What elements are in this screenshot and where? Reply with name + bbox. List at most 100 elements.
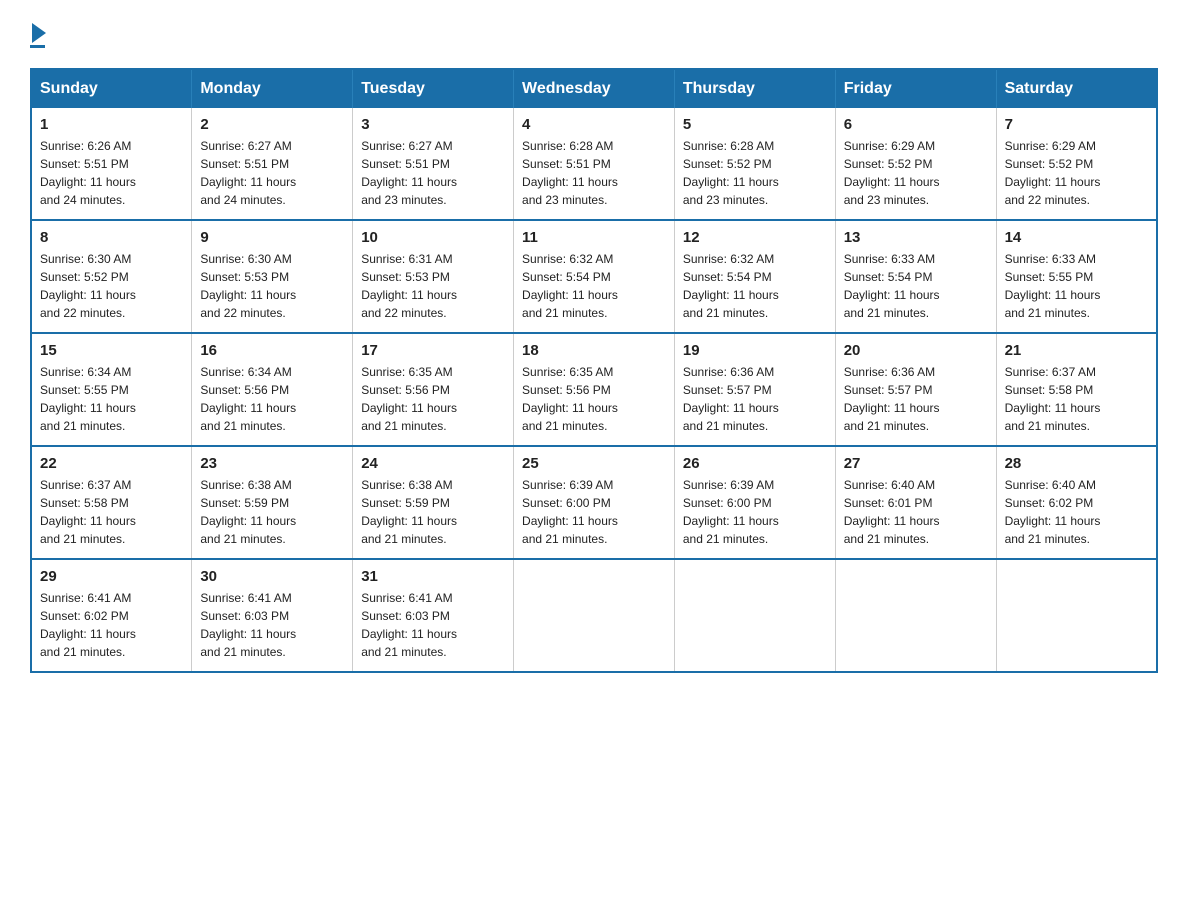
day-number: 20: [844, 342, 988, 359]
day-number: 28: [1005, 455, 1148, 472]
day-info: Sunrise: 6:30 AM Sunset: 5:53 PM Dayligh…: [200, 250, 344, 322]
day-info: Sunrise: 6:32 AM Sunset: 5:54 PM Dayligh…: [522, 250, 666, 322]
calendar-cell: [996, 559, 1157, 672]
calendar-cell: 24 Sunrise: 6:38 AM Sunset: 5:59 PM Dayl…: [353, 446, 514, 559]
day-info: Sunrise: 6:35 AM Sunset: 5:56 PM Dayligh…: [361, 363, 505, 435]
logo-underline: [30, 45, 45, 48]
day-info: Sunrise: 6:26 AM Sunset: 5:51 PM Dayligh…: [40, 137, 183, 209]
day-info: Sunrise: 6:37 AM Sunset: 5:58 PM Dayligh…: [1005, 363, 1148, 435]
calendar-cell: 25 Sunrise: 6:39 AM Sunset: 6:00 PM Dayl…: [514, 446, 675, 559]
day-info: Sunrise: 6:31 AM Sunset: 5:53 PM Dayligh…: [361, 250, 505, 322]
calendar-week-1: 1 Sunrise: 6:26 AM Sunset: 5:51 PM Dayli…: [31, 108, 1157, 220]
calendar-cell: 2 Sunrise: 6:27 AM Sunset: 5:51 PM Dayli…: [192, 108, 353, 220]
day-info: Sunrise: 6:41 AM Sunset: 6:03 PM Dayligh…: [200, 589, 344, 661]
calendar-cell: 12 Sunrise: 6:32 AM Sunset: 5:54 PM Dayl…: [674, 220, 835, 333]
day-number: 29: [40, 568, 183, 585]
calendar-cell: 22 Sunrise: 6:37 AM Sunset: 5:58 PM Dayl…: [31, 446, 192, 559]
calendar-cell: 7 Sunrise: 6:29 AM Sunset: 5:52 PM Dayli…: [996, 108, 1157, 220]
calendar-cell: 31 Sunrise: 6:41 AM Sunset: 6:03 PM Dayl…: [353, 559, 514, 672]
day-number: 16: [200, 342, 344, 359]
day-number: 6: [844, 116, 988, 133]
calendar-cell: [835, 559, 996, 672]
calendar-cell: 21 Sunrise: 6:37 AM Sunset: 5:58 PM Dayl…: [996, 333, 1157, 446]
day-number: 10: [361, 229, 505, 246]
day-number: 2: [200, 116, 344, 133]
day-info: Sunrise: 6:41 AM Sunset: 6:02 PM Dayligh…: [40, 589, 183, 661]
logo: [30, 20, 45, 48]
day-info: Sunrise: 6:34 AM Sunset: 5:56 PM Dayligh…: [200, 363, 344, 435]
day-info: Sunrise: 6:27 AM Sunset: 5:51 PM Dayligh…: [200, 137, 344, 209]
calendar-cell: 14 Sunrise: 6:33 AM Sunset: 5:55 PM Dayl…: [996, 220, 1157, 333]
calendar-cell: 9 Sunrise: 6:30 AM Sunset: 5:53 PM Dayli…: [192, 220, 353, 333]
calendar-cell: 19 Sunrise: 6:36 AM Sunset: 5:57 PM Dayl…: [674, 333, 835, 446]
day-info: Sunrise: 6:32 AM Sunset: 5:54 PM Dayligh…: [683, 250, 827, 322]
calendar-cell: [514, 559, 675, 672]
day-info: Sunrise: 6:36 AM Sunset: 5:57 PM Dayligh…: [683, 363, 827, 435]
day-info: Sunrise: 6:28 AM Sunset: 5:51 PM Dayligh…: [522, 137, 666, 209]
calendar-cell: 28 Sunrise: 6:40 AM Sunset: 6:02 PM Dayl…: [996, 446, 1157, 559]
calendar-cell: [674, 559, 835, 672]
calendar-cell: 23 Sunrise: 6:38 AM Sunset: 5:59 PM Dayl…: [192, 446, 353, 559]
day-header-tuesday: Tuesday: [353, 69, 514, 108]
day-info: Sunrise: 6:35 AM Sunset: 5:56 PM Dayligh…: [522, 363, 666, 435]
calendar-cell: 26 Sunrise: 6:39 AM Sunset: 6:00 PM Dayl…: [674, 446, 835, 559]
day-number: 13: [844, 229, 988, 246]
day-header-thursday: Thursday: [674, 69, 835, 108]
day-number: 18: [522, 342, 666, 359]
day-info: Sunrise: 6:28 AM Sunset: 5:52 PM Dayligh…: [683, 137, 827, 209]
day-number: 14: [1005, 229, 1148, 246]
day-info: Sunrise: 6:29 AM Sunset: 5:52 PM Dayligh…: [844, 137, 988, 209]
day-header-monday: Monday: [192, 69, 353, 108]
calendar-cell: 10 Sunrise: 6:31 AM Sunset: 5:53 PM Dayl…: [353, 220, 514, 333]
day-header-friday: Friday: [835, 69, 996, 108]
calendar-cell: 8 Sunrise: 6:30 AM Sunset: 5:52 PM Dayli…: [31, 220, 192, 333]
day-number: 26: [683, 455, 827, 472]
day-header-saturday: Saturday: [996, 69, 1157, 108]
day-info: Sunrise: 6:29 AM Sunset: 5:52 PM Dayligh…: [1005, 137, 1148, 209]
day-info: Sunrise: 6:34 AM Sunset: 5:55 PM Dayligh…: [40, 363, 183, 435]
day-info: Sunrise: 6:33 AM Sunset: 5:54 PM Dayligh…: [844, 250, 988, 322]
calendar-cell: 4 Sunrise: 6:28 AM Sunset: 5:51 PM Dayli…: [514, 108, 675, 220]
calendar-cell: 18 Sunrise: 6:35 AM Sunset: 5:56 PM Dayl…: [514, 333, 675, 446]
day-number: 1: [40, 116, 183, 133]
day-info: Sunrise: 6:36 AM Sunset: 5:57 PM Dayligh…: [844, 363, 988, 435]
day-number: 19: [683, 342, 827, 359]
day-number: 15: [40, 342, 183, 359]
calendar-cell: 5 Sunrise: 6:28 AM Sunset: 5:52 PM Dayli…: [674, 108, 835, 220]
day-number: 8: [40, 229, 183, 246]
day-header-sunday: Sunday: [31, 69, 192, 108]
calendar-cell: 13 Sunrise: 6:33 AM Sunset: 5:54 PM Dayl…: [835, 220, 996, 333]
day-number: 12: [683, 229, 827, 246]
day-number: 23: [200, 455, 344, 472]
day-number: 11: [522, 229, 666, 246]
day-number: 31: [361, 568, 505, 585]
calendar-week-2: 8 Sunrise: 6:30 AM Sunset: 5:52 PM Dayli…: [31, 220, 1157, 333]
calendar-week-5: 29 Sunrise: 6:41 AM Sunset: 6:02 PM Dayl…: [31, 559, 1157, 672]
day-number: 27: [844, 455, 988, 472]
calendar-cell: 29 Sunrise: 6:41 AM Sunset: 6:02 PM Dayl…: [31, 559, 192, 672]
calendar-cell: 16 Sunrise: 6:34 AM Sunset: 5:56 PM Dayl…: [192, 333, 353, 446]
calendar-cell: 6 Sunrise: 6:29 AM Sunset: 5:52 PM Dayli…: [835, 108, 996, 220]
calendar-cell: 17 Sunrise: 6:35 AM Sunset: 5:56 PM Dayl…: [353, 333, 514, 446]
day-info: Sunrise: 6:38 AM Sunset: 5:59 PM Dayligh…: [200, 476, 344, 548]
day-number: 5: [683, 116, 827, 133]
day-number: 4: [522, 116, 666, 133]
calendar-cell: 11 Sunrise: 6:32 AM Sunset: 5:54 PM Dayl…: [514, 220, 675, 333]
day-number: 24: [361, 455, 505, 472]
day-info: Sunrise: 6:41 AM Sunset: 6:03 PM Dayligh…: [361, 589, 505, 661]
day-number: 25: [522, 455, 666, 472]
logo-arrow-icon: [32, 23, 46, 43]
calendar-week-4: 22 Sunrise: 6:37 AM Sunset: 5:58 PM Dayl…: [31, 446, 1157, 559]
page-header: [30, 20, 1158, 48]
calendar-cell: 27 Sunrise: 6:40 AM Sunset: 6:01 PM Dayl…: [835, 446, 996, 559]
day-info: Sunrise: 6:33 AM Sunset: 5:55 PM Dayligh…: [1005, 250, 1148, 322]
day-info: Sunrise: 6:39 AM Sunset: 6:00 PM Dayligh…: [522, 476, 666, 548]
day-number: 9: [200, 229, 344, 246]
day-info: Sunrise: 6:30 AM Sunset: 5:52 PM Dayligh…: [40, 250, 183, 322]
day-info: Sunrise: 6:40 AM Sunset: 6:01 PM Dayligh…: [844, 476, 988, 548]
calendar-cell: 15 Sunrise: 6:34 AM Sunset: 5:55 PM Dayl…: [31, 333, 192, 446]
day-info: Sunrise: 6:27 AM Sunset: 5:51 PM Dayligh…: [361, 137, 505, 209]
day-number: 7: [1005, 116, 1148, 133]
day-info: Sunrise: 6:38 AM Sunset: 5:59 PM Dayligh…: [361, 476, 505, 548]
day-info: Sunrise: 6:37 AM Sunset: 5:58 PM Dayligh…: [40, 476, 183, 548]
